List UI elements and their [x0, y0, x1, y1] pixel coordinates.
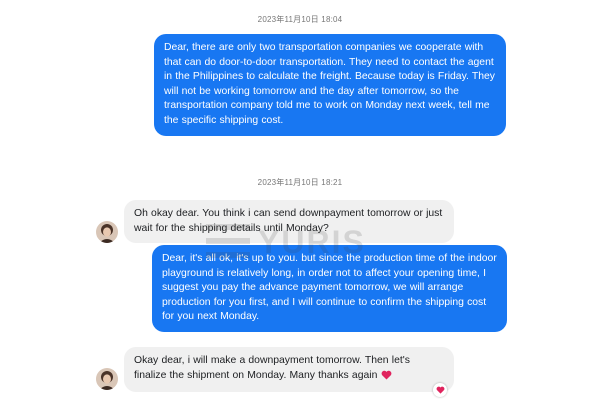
- avatar-image: [96, 221, 118, 243]
- avatar[interactable]: [96, 368, 118, 390]
- message-bubble-incoming[interactable]: Oh okay dear. You think i can send downp…: [124, 200, 454, 244]
- timestamp: 2023年11月10日 18:21: [257, 178, 343, 187]
- message-bubble-outgoing[interactable]: Dear, there are only two transportation …: [154, 34, 506, 136]
- message-text: Oh okay dear. You think i can send downp…: [134, 208, 443, 234]
- heart-icon: [436, 386, 444, 394]
- message-bubble-outgoing[interactable]: Dear, it's all ok, it's up to you. but s…: [152, 245, 507, 332]
- heart-icon: [381, 370, 392, 386]
- message-text: Dear, it's all ok, it's up to you. but s…: [162, 253, 497, 323]
- timestamp: 2023年11月10日 18:04: [257, 15, 343, 24]
- message-bubble-incoming[interactable]: Okay dear, i will make a downpayment tom…: [124, 347, 454, 393]
- reaction-heart-icon[interactable]: [433, 383, 447, 397]
- message-text: Dear, there are only two transportation …: [164, 42, 495, 126]
- avatar[interactable]: [96, 221, 118, 243]
- avatar-image: [96, 368, 118, 390]
- message-text: Okay dear, i will make a downpayment tom…: [134, 355, 410, 381]
